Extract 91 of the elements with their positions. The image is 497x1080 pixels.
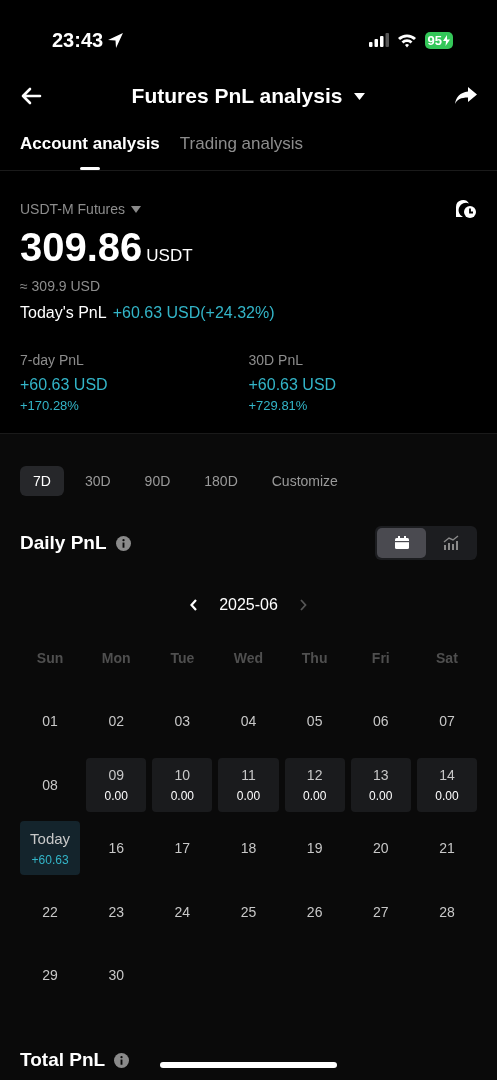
day-number[interactable]: 06 bbox=[373, 713, 389, 730]
day-number[interactable]: 17 bbox=[174, 840, 191, 857]
day-number[interactable]: 07 bbox=[439, 713, 455, 730]
weekday-label: Thu bbox=[300, 648, 329, 668]
history-clock-icon[interactable] bbox=[455, 199, 477, 219]
day-number[interactable]: 30 bbox=[108, 967, 124, 984]
day-number[interactable]: 05 bbox=[306, 713, 323, 730]
back-arrow-icon[interactable] bbox=[20, 87, 42, 105]
day-pnl: +60.63 bbox=[31, 852, 69, 867]
day-number[interactable]: 27 bbox=[373, 903, 389, 920]
tab[interactable]: Account analysis bbox=[20, 132, 160, 170]
day-cell[interactable]: 11 0.00 bbox=[218, 757, 279, 812]
stat-value: +60.63 USD bbox=[248, 376, 338, 394]
day-number[interactable]: 21 bbox=[439, 840, 455, 857]
caret-icon bbox=[131, 205, 141, 213]
day-number[interactable]: 03 bbox=[174, 713, 191, 730]
todays-pnl-value: +60.63 USD(+24.32%) bbox=[112, 304, 275, 322]
day-number[interactable]: 01 bbox=[42, 713, 58, 730]
weekday-label: Mon bbox=[100, 648, 132, 668]
stat-value: +60.63 USD bbox=[20, 376, 109, 394]
wifi-icon bbox=[396, 32, 417, 48]
day-pnl: 0.00 bbox=[104, 788, 128, 803]
signal-icon bbox=[368, 33, 389, 47]
range-tab[interactable]: Customize bbox=[258, 466, 351, 496]
stat-label: 30D PnL bbox=[248, 352, 304, 368]
day-number[interactable]: 29 bbox=[42, 967, 58, 984]
day-number[interactable]: 24 bbox=[174, 903, 191, 920]
currency-label: USDT bbox=[146, 246, 193, 266]
day-number: 11 bbox=[241, 766, 256, 783]
page-title: Futures PnL analysis bbox=[131, 84, 343, 108]
weekday-label: Tue bbox=[169, 648, 196, 668]
stat-percent: +729.81% bbox=[248, 398, 309, 413]
day-cell[interactable]: 12 0.00 bbox=[284, 757, 345, 812]
day-number[interactable]: 16 bbox=[108, 840, 124, 857]
day-number[interactable]: 04 bbox=[240, 713, 257, 730]
day-number: 12 bbox=[306, 766, 323, 783]
caret-icon[interactable] bbox=[354, 92, 366, 100]
info-icon[interactable] bbox=[115, 535, 131, 551]
section-title: Total PnL bbox=[20, 1049, 106, 1071]
day-number[interactable]: 28 bbox=[439, 903, 455, 920]
day-number[interactable]: 25 bbox=[240, 903, 257, 920]
clock-time: 23:43 bbox=[52, 28, 104, 52]
weekday-label: Sat bbox=[435, 648, 459, 668]
day-number[interactable]: 23 bbox=[108, 903, 124, 920]
day-number: 09 bbox=[108, 766, 124, 783]
tab[interactable]: Trading analysis bbox=[179, 132, 303, 170]
day-cell[interactable]: 10 0.00 bbox=[152, 757, 213, 812]
section-title: Daily PnL bbox=[20, 532, 107, 554]
calendar-icon bbox=[393, 535, 410, 551]
day-number[interactable]: 19 bbox=[306, 840, 323, 857]
day-number: 10 bbox=[174, 766, 191, 783]
day-number: 14 bbox=[439, 766, 455, 783]
stat-label: 7-day PnL bbox=[20, 352, 85, 368]
approx-value: ≈ 309.9 USD bbox=[20, 278, 102, 294]
weekday-label: Fri bbox=[370, 648, 391, 668]
day-cell[interactable]: 09 0.00 bbox=[86, 757, 147, 812]
range-tab[interactable]: 180D bbox=[191, 466, 251, 496]
day-pnl: 0.00 bbox=[302, 788, 327, 803]
day-cell[interactable]: 13 0.00 bbox=[350, 757, 411, 812]
battery-badge: 95 bbox=[424, 31, 453, 49]
balance-amount: 309.86 bbox=[20, 225, 143, 270]
day-number[interactable]: 26 bbox=[306, 903, 323, 920]
day-number[interactable]: 20 bbox=[373, 840, 389, 857]
day-pnl: 0.00 bbox=[236, 788, 261, 803]
weekday-label: Sun bbox=[35, 648, 65, 668]
range-tab[interactable]: 7D bbox=[20, 466, 64, 496]
chart-icon bbox=[442, 535, 459, 551]
day-pnl: 0.00 bbox=[170, 788, 195, 803]
day-number[interactable]: 08 bbox=[42, 776, 58, 793]
range-tab[interactable]: 30D bbox=[71, 466, 124, 496]
calendar-view-button[interactable] bbox=[377, 528, 426, 558]
stat-percent: +170.28% bbox=[20, 398, 80, 413]
day-cell[interactable]: 14 0.00 bbox=[416, 757, 477, 812]
info-icon[interactable] bbox=[114, 1052, 130, 1068]
day-number[interactable]: 22 bbox=[42, 903, 58, 920]
day-number: 13 bbox=[373, 766, 389, 783]
location-arrow-icon bbox=[107, 31, 125, 49]
share-icon[interactable] bbox=[455, 87, 477, 105]
previous-month-icon[interactable] bbox=[189, 598, 200, 612]
day-pnl: 0.00 bbox=[369, 788, 393, 803]
next-month-icon[interactable] bbox=[297, 598, 308, 612]
day-number: Today bbox=[30, 829, 71, 847]
day-pnl: 0.00 bbox=[435, 788, 459, 803]
todays-pnl-label: Today's PnL bbox=[20, 304, 107, 322]
range-tab[interactable]: 90D bbox=[131, 466, 184, 496]
day-number[interactable]: 18 bbox=[240, 840, 257, 857]
month-label: 2025-06 bbox=[219, 596, 278, 614]
today-cell[interactable]: Today +60.63 bbox=[20, 821, 81, 876]
weekday-label: Wed bbox=[232, 648, 265, 668]
day-number[interactable]: 02 bbox=[108, 713, 124, 730]
account-type-dropdown[interactable]: USDT-M Futures bbox=[20, 201, 141, 217]
